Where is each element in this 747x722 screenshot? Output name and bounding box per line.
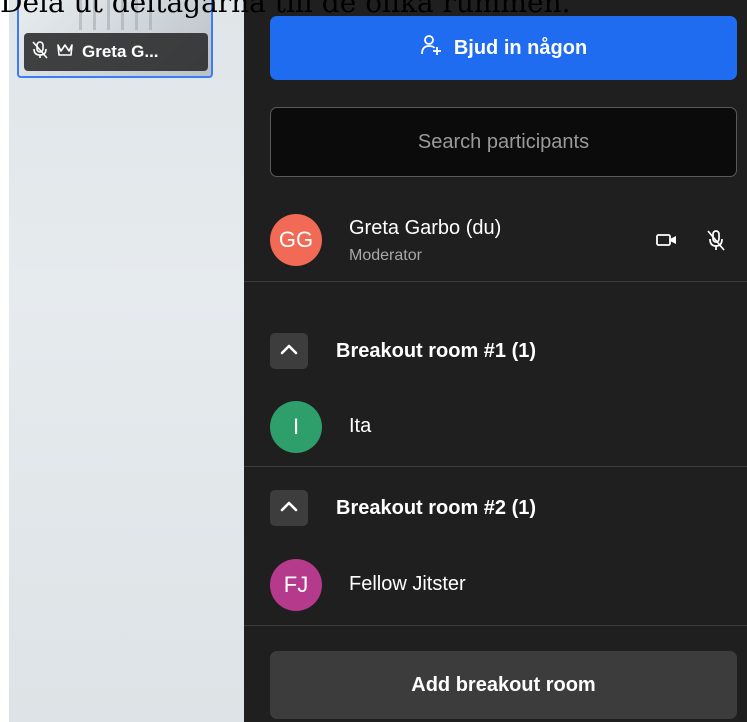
chevron-up-icon [280,342,298,360]
avatar: FJ [270,559,322,611]
invite-button[interactable]: Bjud in någon [270,16,737,80]
mic-off-icon[interactable] [706,229,726,256]
participants-panel: Bjud in någon GG Greta Garbo (du) Modera… [244,0,747,722]
chevron-up-icon [280,499,298,517]
avatar: I [270,401,322,453]
camera-icon[interactable] [656,232,678,253]
add-breakout-room-button[interactable]: Add breakout room [270,651,737,719]
crown-icon [56,42,74,63]
room-collapse-toggle[interactable] [270,333,308,369]
participant-name: Greta Garbo (du) [349,217,502,239]
avatar: GG [270,214,322,266]
participant-name: Fellow Jitster [349,573,466,595]
participant-name: Ita [349,415,372,437]
tile-name-bar: Greta G... [24,33,208,71]
room-title: Breakout room #2 (1) [336,497,537,519]
participant-row-self[interactable]: GG Greta Garbo (du) Moderator [244,208,747,278]
room-title: Breakout room #1 (1) [336,340,537,362]
room-member-row[interactable]: I Ita [244,398,747,458]
invite-button-label: Bjud in någon [453,36,588,59]
left-gutter [0,0,9,722]
tile-name-label: Greta G... [82,42,159,61]
divider [244,466,747,467]
caption-text: Dela ut deltagarna till de olika rummen. [0,0,571,19]
meeting-screen: Dela ut deltagarna till de olika rummen.… [0,0,747,722]
room-member-row[interactable]: FJ Fellow Jitster [244,556,747,616]
mic-off-icon [32,40,48,64]
divider [244,281,747,282]
add-room-label: Add breakout room [411,673,596,696]
room-collapse-toggle[interactable] [270,490,308,526]
participant-role: Moderator [349,247,422,264]
breakout-room-header-1[interactable]: Breakout room #1 (1) [244,326,747,376]
add-person-icon [420,34,442,62]
video-area [0,0,244,722]
search-participants-input[interactable] [270,107,737,177]
divider [244,625,747,626]
breakout-room-header-2[interactable]: Breakout room #2 (1) [244,483,747,533]
